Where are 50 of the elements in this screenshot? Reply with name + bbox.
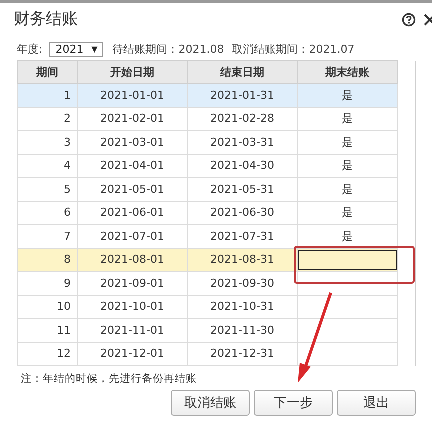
table-cell: 2021-11-30 (188, 318, 298, 342)
table-row[interactable]: 1 2021-01-01 2021-01-31 是 (18, 84, 416, 107)
table-cell: 5 (18, 178, 78, 201)
table-row[interactable]: 11 2021-11-01 2021-11-30 (18, 318, 416, 342)
table-cell: 是 (298, 84, 398, 107)
table-cell: 2021-12-31 (188, 342, 298, 366)
table-cell: 11 (18, 318, 78, 342)
action-button[interactable]: 下一步 (254, 390, 333, 416)
table-row[interactable]: 5 2021-05-01 2021-05-31 是 (18, 178, 416, 201)
help-icon[interactable] (402, 12, 416, 26)
table-row[interactable]: 4 2021-04-01 2021-04-30 是 (18, 154, 416, 178)
action-button[interactable]: 取消结账 (171, 390, 250, 416)
table-cell: 2021-03-31 (188, 130, 298, 154)
column-header: 结束日期 (188, 60, 298, 84)
window-title: 财务结账 (14, 9, 79, 30)
note-text: 注：年结的时候，先进行备份再结账 (20, 372, 198, 386)
action-button[interactable]: 退出 (337, 390, 416, 416)
table-cell: 是 (298, 130, 398, 154)
table-cell: 2021-05-01 (78, 178, 188, 201)
table-row[interactable]: 3 2021-03-01 2021-03-31 是 (18, 130, 416, 154)
table-row[interactable]: 12 2021-12-01 2021-12-31 (18, 342, 416, 366)
table-cell: 2021-01-01 (78, 84, 188, 107)
table-cell: 2021-07-01 (78, 224, 188, 248)
table-cell: 7 (18, 224, 78, 248)
table-cell: 2021-07-31 (188, 224, 298, 248)
pending-period-text: 待结账期间：2021.08 (112, 42, 224, 56)
table-row[interactable]: 10 2021-10-01 2021-10-31 (18, 295, 416, 318)
table-cell: 3 (18, 130, 78, 154)
table-cell: 是 (298, 224, 398, 248)
table-row[interactable]: 7 2021-07-01 2021-07-31 是 (18, 224, 416, 248)
table-cell: 9 (18, 272, 78, 295)
year-label: 年度: (17, 42, 43, 56)
table-row[interactable]: 2 2021-02-01 2021-02-28 是 (18, 107, 416, 130)
table-cell: 2021-03-01 (78, 130, 188, 154)
table-cell: 2021-09-01 (78, 272, 188, 295)
table-cell: 1 (18, 84, 78, 107)
table-cell: 2021-09-30 (188, 272, 298, 295)
column-header: 期间 (18, 60, 78, 84)
table-row[interactable]: 9 2021-09-01 2021-09-30 (18, 272, 416, 295)
column-header: 开始日期 (78, 60, 188, 84)
table-row[interactable]: 6 2021-06-01 2021-06-30 是 (18, 201, 416, 224)
table-cell: 2021-01-31 (188, 84, 298, 107)
cancel-period-text: 取消结账期间：2021.07 (232, 42, 355, 56)
table-cell: 2021-11-01 (78, 318, 188, 342)
table-cell: 12 (18, 342, 78, 366)
year-dropdown[interactable]: 2021 ▼ (48, 42, 103, 56)
table-cell: 2021-12-01 (78, 342, 188, 366)
table-cell: 2021-05-31 (188, 178, 298, 201)
column-header: 期末结账 (298, 60, 398, 84)
table-cell: 是 (298, 178, 398, 201)
